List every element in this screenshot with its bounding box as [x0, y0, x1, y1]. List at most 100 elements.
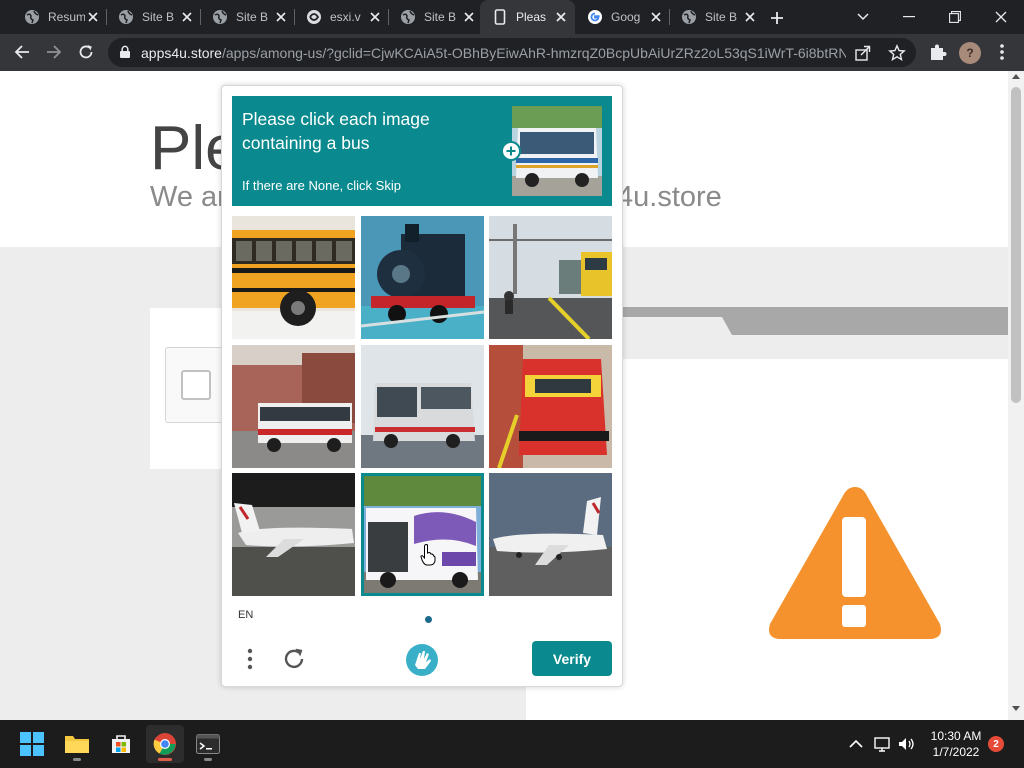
tab-title: esxi.v: [330, 10, 361, 24]
folder-icon: [65, 736, 89, 753]
verify-button[interactable]: Verify: [532, 641, 612, 676]
prompt-text: Please click each image containing a bus: [242, 109, 430, 153]
image-tile-selected[interactable]: [361, 473, 484, 596]
url-text[interactable]: apps4u.store/apps/among-us/?gclid=CjwKCA…: [141, 45, 846, 61]
globe-icon: [24, 9, 40, 25]
globe-icon: [212, 9, 228, 25]
browser-tab[interactable]: Site B: [669, 0, 764, 34]
tab-title: Site B: [142, 10, 175, 24]
captcha-checkbox[interactable]: [181, 370, 211, 400]
browser-tab[interactable]: esxi.v: [294, 0, 389, 34]
tab-search-button[interactable]: [840, 0, 886, 34]
menu-icon[interactable]: [992, 42, 1012, 62]
star-icon[interactable]: [888, 44, 906, 62]
close-window-button[interactable]: [978, 0, 1024, 34]
close-icon[interactable]: [273, 9, 289, 25]
close-icon[interactable]: [648, 9, 664, 25]
start-button[interactable]: [13, 725, 51, 763]
tab-strip: Resume Site B Site B esxi.v Site B Pleas…: [0, 0, 1024, 34]
prompt-subtext: If there are None, click Skip: [242, 178, 401, 193]
reload-button[interactable]: [72, 38, 100, 66]
windows-logo-icon: [20, 732, 44, 756]
more-options-icon[interactable]: [240, 646, 260, 672]
captcha-challenge: Please click each image containing a bus…: [221, 85, 623, 687]
browser-tab-active[interactable]: Pleas: [480, 0, 575, 34]
globe-icon: [118, 9, 134, 25]
browser-tab[interactable]: Goog: [575, 0, 670, 34]
chevron-up-icon[interactable]: [846, 734, 866, 754]
tab-title: Site B: [236, 10, 269, 24]
challenge-prompt: Please click each image containing a bus…: [232, 96, 612, 206]
page-domain: 4u.store: [617, 181, 722, 213]
network-icon[interactable]: [872, 734, 892, 754]
image-tile[interactable]: [232, 216, 355, 339]
terminal-button[interactable]: [189, 725, 227, 763]
browser-toolbar: apps4u.store/apps/among-us/?gclid=CjwKCA…: [0, 34, 1024, 71]
grey-banner: [600, 307, 1008, 335]
tab-title: Site B: [424, 10, 457, 24]
refresh-icon[interactable]: [280, 645, 308, 673]
close-icon[interactable]: [179, 9, 195, 25]
profile-avatar[interactable]: ?: [959, 42, 981, 64]
restore-button[interactable]: [932, 0, 978, 34]
google-icon: [587, 9, 603, 25]
image-grid: [232, 216, 612, 596]
image-tile[interactable]: [232, 345, 355, 468]
windows-taskbar: 10:30 AM 1/7/2022: [0, 720, 1024, 768]
close-icon[interactable]: [553, 9, 569, 25]
forward-button[interactable]: [40, 38, 68, 66]
share-icon[interactable]: [854, 44, 872, 62]
new-tab-button[interactable]: [766, 7, 788, 29]
volume-icon[interactable]: [896, 734, 916, 754]
browser-tab[interactable]: Site B: [388, 0, 483, 34]
tab-title: Site B: [705, 10, 738, 24]
globe-icon: [681, 9, 697, 25]
globe-icon: [306, 9, 322, 25]
back-button[interactable]: [8, 38, 36, 66]
chrome-taskbar-button[interactable]: [146, 725, 184, 763]
tab-title: Pleas: [516, 10, 547, 24]
image-tile[interactable]: [489, 473, 612, 596]
warning-icon: [769, 487, 941, 639]
page-scrollbar[interactable]: [1008, 71, 1024, 720]
store-icon: [112, 735, 130, 753]
page-indicator-dot: [425, 616, 432, 623]
browser-tab[interactable]: Resume: [12, 0, 107, 34]
clock-date: 1/7/2022: [932, 745, 980, 759]
notification-badge[interactable]: 2: [988, 736, 1004, 752]
page-subtitle: We ar: [150, 181, 227, 213]
browser-tab[interactable]: Site B: [106, 0, 201, 34]
zoom-plus-icon[interactable]: [501, 141, 521, 161]
phone-icon: [492, 9, 508, 25]
scroll-down-arrow[interactable]: [1008, 706, 1024, 718]
hand-cursor-icon: [420, 544, 436, 566]
address-bar[interactable]: apps4u.store/apps/among-us/?gclid=CjwKCA…: [108, 38, 916, 67]
system-clock[interactable]: 10:30 AM 1/7/2022: [918, 728, 994, 760]
file-explorer-button[interactable]: [58, 725, 96, 763]
clock-time: 10:30 AM: [930, 729, 982, 743]
close-icon[interactable]: [367, 9, 383, 25]
close-icon[interactable]: [461, 9, 477, 25]
lock-icon: [120, 45, 130, 58]
scroll-up-arrow[interactable]: [1008, 73, 1024, 85]
terminal-icon: [196, 734, 220, 754]
image-tile[interactable]: [361, 345, 484, 468]
hcaptcha-logo-icon[interactable]: [405, 643, 439, 677]
chrome-icon: [153, 733, 176, 755]
image-tile[interactable]: [232, 473, 355, 596]
browser-tab[interactable]: Site B: [200, 0, 295, 34]
scroll-thumb[interactable]: [1011, 87, 1021, 403]
close-icon[interactable]: [85, 9, 101, 25]
store-button[interactable]: [102, 725, 140, 763]
image-tile[interactable]: [361, 216, 484, 339]
close-icon[interactable]: [742, 9, 758, 25]
puzzle-icon[interactable]: [928, 42, 948, 62]
globe-icon: [400, 9, 416, 25]
example-image[interactable]: [512, 106, 602, 196]
image-tile[interactable]: [489, 216, 612, 339]
language-selector[interactable]: EN: [238, 609, 253, 621]
image-tile[interactable]: [489, 345, 612, 468]
tab-title: Goog: [611, 10, 641, 24]
tab-title: Resume: [48, 10, 85, 24]
minimize-button[interactable]: [886, 0, 932, 34]
